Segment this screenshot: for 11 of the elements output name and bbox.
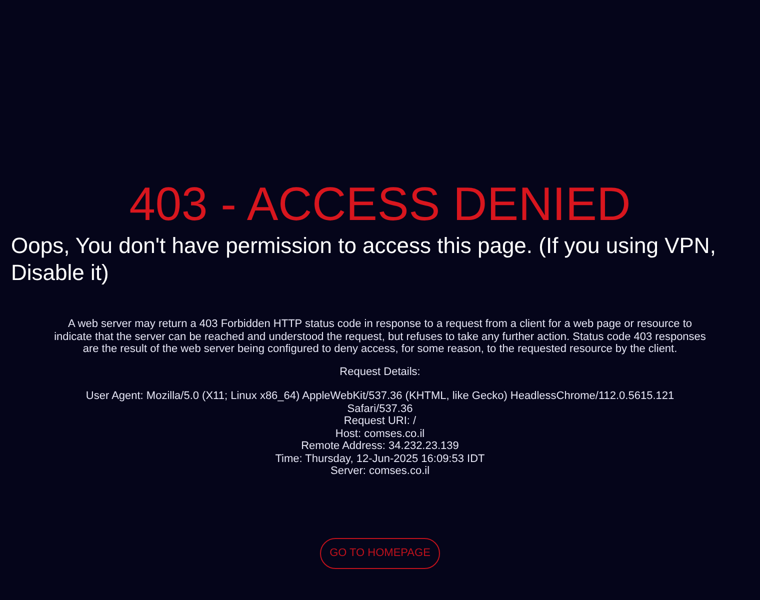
details-title: Request Details: xyxy=(340,366,420,378)
request-detail: Request URI: / xyxy=(344,415,416,428)
error-heading: 403 - ACCESS DENIED xyxy=(129,176,631,232)
request-detail: Host: comses.co.il xyxy=(335,428,425,440)
homepage-button[interactable]: GO TO HOMEPAGE xyxy=(320,538,440,568)
error-description: A web server may return a 403 Forbidden HTTP status code in response to a request from a client for a web page or resource to indicate that the server can be reached and understood the request, but refuses to take any further action. Status code 403 responses are the result of the web server being configured to deny access, for some reason, to the requested resource by the client. xyxy=(53,318,707,356)
request-detail: Remote Address: 34.232.23.139 xyxy=(301,440,459,452)
request-detail: User Agent: Mozilla/5.0 (X11; Linux x86_64) AppleWebKit/537.36 (KHTML, like Gecko) HeadlessChrome/112.0.5615.121 Safari/537.36 xyxy=(84,390,676,415)
error-message: Oops, You don't have permission to access this page. (If you using VPN, Disable it) xyxy=(10,232,717,286)
request-detail: Server: comses.co.il xyxy=(330,465,430,478)
request-detail: Time: Thursday, 12-Jun-2025 16:09:53 IDT xyxy=(275,452,485,465)
